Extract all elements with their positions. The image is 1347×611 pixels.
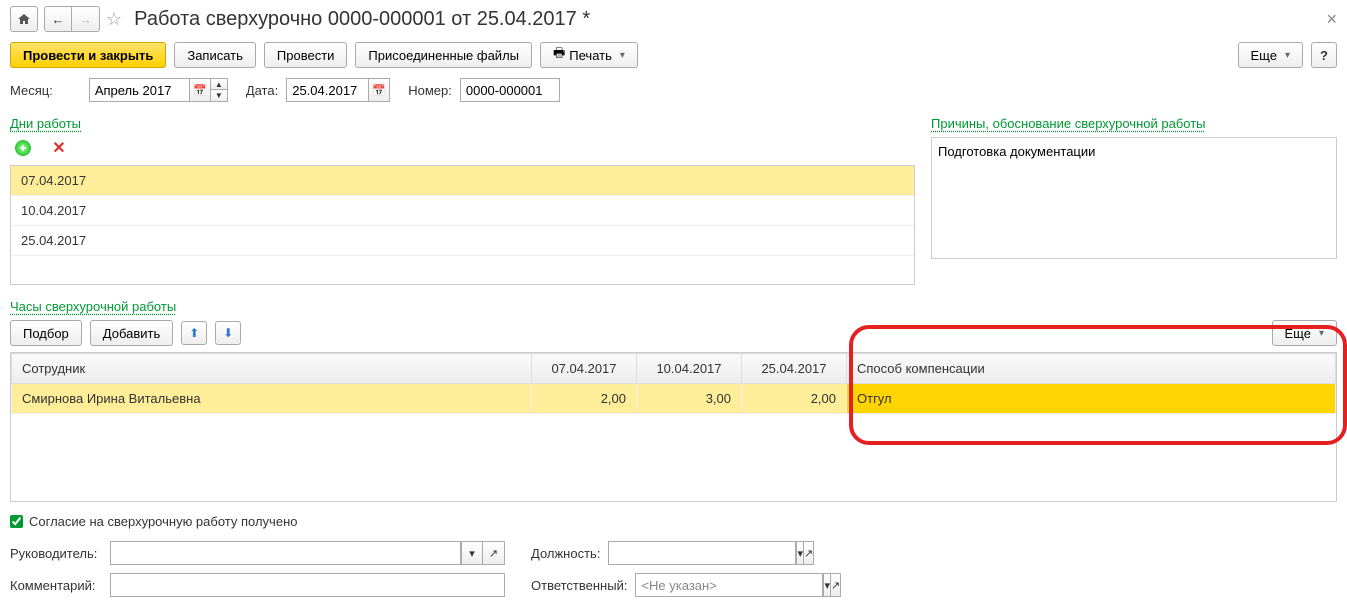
month-down[interactable]: ▼ bbox=[211, 90, 227, 101]
date-input[interactable] bbox=[286, 78, 368, 102]
reason-section-title: Причины, обоснование сверхурочной работы bbox=[931, 116, 1337, 131]
position-input[interactable] bbox=[608, 541, 796, 565]
print-button[interactable]: Печать bbox=[540, 42, 638, 68]
move-down-button[interactable]: ⬇ bbox=[215, 321, 241, 345]
cell-compensation[interactable]: Отгул bbox=[847, 384, 1336, 414]
plus-icon: + bbox=[15, 140, 31, 156]
header-fields: Месяц: ▲ ▼ Дата: Номер: bbox=[10, 78, 1337, 102]
attach-files-button[interactable]: Присоединенные файлы bbox=[355, 42, 532, 68]
list-item[interactable]: 25.04.2017 bbox=[11, 226, 914, 256]
position-label: Должность: bbox=[531, 546, 600, 561]
number-label: Номер: bbox=[408, 83, 452, 98]
delete-icon: ✕ bbox=[52, 138, 65, 158]
month-input[interactable] bbox=[89, 78, 189, 102]
position-dropdown[interactable]: ▾ bbox=[796, 541, 804, 565]
action-toolbar: Провести и закрыть Записать Провести При… bbox=[10, 42, 1337, 68]
cell-v3[interactable]: 2,00 bbox=[742, 384, 847, 414]
back-button[interactable]: ← bbox=[44, 6, 72, 32]
comment-label: Комментарий: bbox=[10, 578, 102, 593]
hours-table[interactable]: Сотрудник 07.04.2017 10.04.2017 25.04.20… bbox=[11, 353, 1336, 414]
manager-input[interactable] bbox=[110, 541, 461, 565]
consent-checkbox[interactable] bbox=[10, 515, 23, 528]
col-compensation[interactable]: Способ компенсации bbox=[847, 354, 1336, 384]
forward-button[interactable]: → bbox=[72, 6, 100, 32]
page-title: Работа сверхурочно 0000-000001 от 25.04.… bbox=[134, 8, 590, 31]
hours-table-container: Сотрудник 07.04.2017 10.04.2017 25.04.20… bbox=[10, 352, 1337, 502]
post-button[interactable]: Провести bbox=[264, 42, 348, 68]
home-button[interactable] bbox=[10, 6, 38, 32]
save-button[interactable]: Записать bbox=[174, 42, 256, 68]
cell-employee[interactable]: Смирнова Ирина Витальевна bbox=[12, 384, 532, 414]
consent-label: Согласие на сверхурочную работу получено bbox=[29, 514, 297, 529]
move-up-button[interactable]: ⬆ bbox=[181, 321, 207, 345]
manager-dropdown[interactable]: ▾ bbox=[461, 541, 483, 565]
manager-open[interactable]: ↗ bbox=[483, 541, 505, 565]
delete-day-button[interactable]: ✕ bbox=[46, 137, 72, 159]
responsible-input[interactable] bbox=[635, 573, 823, 597]
hours-more-button[interactable]: Еще bbox=[1272, 320, 1337, 346]
favorite-star-icon[interactable]: ☆ bbox=[106, 9, 122, 30]
post-and-close-button[interactable]: Провести и закрыть bbox=[10, 42, 166, 68]
table-row[interactable]: Смирнова Ирина Витальевна 2,00 3,00 2,00… bbox=[12, 384, 1336, 414]
add-row-button[interactable]: Добавить bbox=[90, 320, 173, 346]
hours-section-title: Часы сверхурочной работы bbox=[10, 299, 1337, 314]
close-button[interactable]: × bbox=[1326, 9, 1337, 30]
number-input[interactable] bbox=[460, 78, 560, 102]
month-label: Месяц: bbox=[10, 83, 53, 98]
list-item[interactable]: 07.04.2017 bbox=[11, 166, 914, 196]
cell-v2[interactable]: 3,00 bbox=[637, 384, 742, 414]
col-d2[interactable]: 10.04.2017 bbox=[637, 354, 742, 384]
pick-button[interactable]: Подбор bbox=[10, 320, 82, 346]
add-day-button[interactable]: + bbox=[10, 137, 36, 159]
calendar-icon bbox=[372, 84, 386, 97]
printer-icon bbox=[553, 44, 565, 66]
responsible-label: Ответственный: bbox=[531, 578, 627, 593]
month-picker-button[interactable] bbox=[189, 78, 211, 102]
responsible-dropdown[interactable]: ▾ bbox=[823, 573, 831, 597]
manager-label: Руководитель: bbox=[10, 546, 102, 561]
date-label: Дата: bbox=[246, 83, 278, 98]
reason-textarea[interactable] bbox=[931, 137, 1337, 259]
title-bar: ← → ☆ Работа сверхурочно 0000-000001 от … bbox=[10, 6, 1337, 32]
cell-v1[interactable]: 2,00 bbox=[532, 384, 637, 414]
date-picker-button[interactable] bbox=[368, 78, 390, 102]
responsible-open[interactable]: ↗ bbox=[831, 573, 841, 597]
col-employee[interactable]: Сотрудник bbox=[12, 354, 532, 384]
more-button[interactable]: Еще bbox=[1238, 42, 1303, 68]
days-section-title: Дни работы bbox=[10, 116, 915, 131]
col-d1[interactable]: 07.04.2017 bbox=[532, 354, 637, 384]
calendar-icon bbox=[193, 84, 207, 97]
days-list[interactable]: 07.04.2017 10.04.2017 25.04.2017 bbox=[10, 165, 915, 285]
month-up[interactable]: ▲ bbox=[211, 79, 227, 90]
col-d3[interactable]: 25.04.2017 bbox=[742, 354, 847, 384]
position-open[interactable]: ↗ bbox=[804, 541, 814, 565]
help-button[interactable]: ? bbox=[1311, 42, 1337, 68]
list-item[interactable]: 10.04.2017 bbox=[11, 196, 914, 226]
comment-input[interactable] bbox=[110, 573, 505, 597]
